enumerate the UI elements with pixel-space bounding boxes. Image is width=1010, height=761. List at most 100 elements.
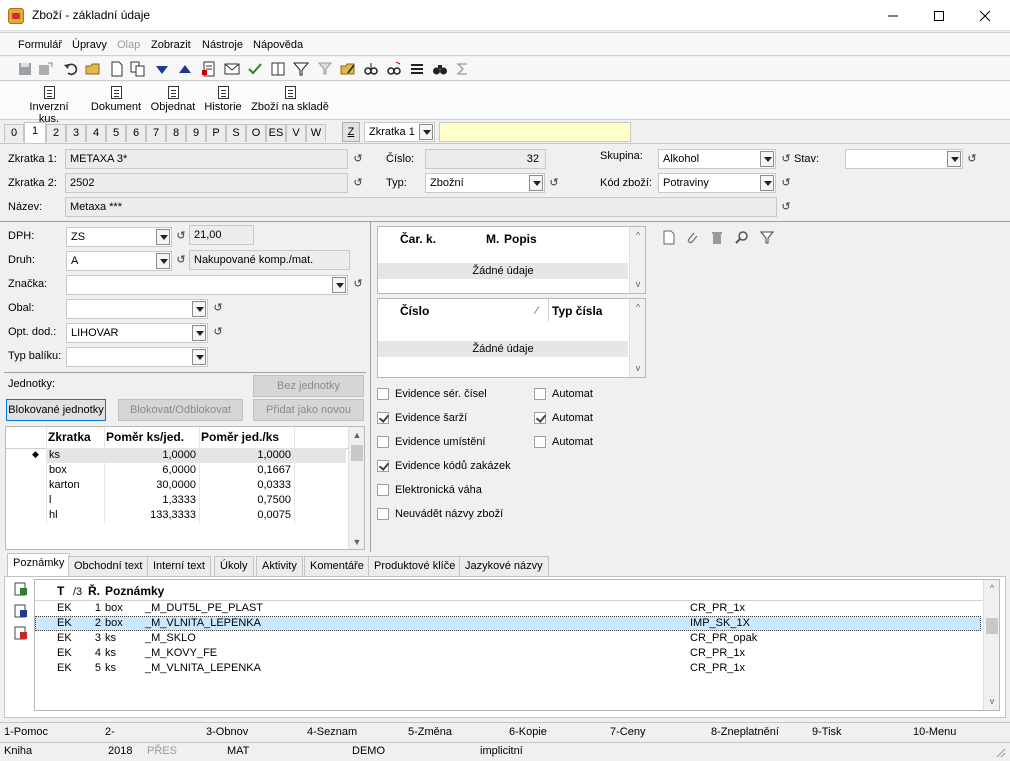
chevron-down-icon[interactable]	[760, 175, 774, 191]
mail-icon[interactable]	[224, 61, 240, 77]
copy-icon[interactable]	[130, 61, 146, 77]
open-folder-icon[interactable]	[85, 61, 101, 77]
fkey-3[interactable]: 3-Obnov	[206, 726, 248, 738]
typ-baliku-combo[interactable]	[66, 347, 208, 367]
chevron-down-icon[interactable]	[156, 229, 170, 245]
tab-p[interactable]: P	[206, 124, 226, 142]
column-header[interactable]: M.	[486, 232, 499, 246]
tab-3[interactable]: 3	[66, 124, 86, 142]
refresh-icon[interactable]: ↺	[548, 177, 560, 189]
minimize-button[interactable]	[870, 0, 916, 31]
tab-w[interactable]: W	[306, 124, 326, 142]
refresh-icon[interactable]: ↺	[966, 153, 978, 165]
column-header[interactable]: Poznámky	[105, 584, 164, 598]
stav-combo[interactable]	[845, 149, 963, 169]
tab-poznamky[interactable]: Poznámky	[7, 553, 71, 576]
chevron-down-icon[interactable]	[192, 325, 206, 341]
chevron-down-icon[interactable]	[332, 277, 346, 293]
fkey-9[interactable]: 9-Tisk	[812, 726, 842, 738]
checkbox[interactable]	[377, 436, 389, 448]
typ-combo[interactable]: Zbožní	[425, 173, 545, 193]
bez-jednotky-button[interactable]: Bez jednotky	[253, 375, 364, 397]
tab-o[interactable]: O	[246, 124, 266, 142]
find-next-icon[interactable]	[386, 61, 402, 77]
zkratka1-field[interactable]: METAXA 3*	[65, 149, 348, 169]
column-header[interactable]: Číslo	[400, 304, 429, 318]
tab-0[interactable]: 0	[4, 124, 24, 142]
column-header[interactable]: Poměr ks/jed.	[106, 430, 184, 444]
menu-nastroje[interactable]: Nástroje	[202, 39, 243, 51]
menu-napoveda[interactable]: Nápověda	[253, 39, 303, 51]
refresh-icon[interactable]: ↺	[352, 177, 364, 189]
skupina-combo[interactable]: Alkohol	[658, 149, 776, 169]
column-header[interactable]: Popis	[504, 232, 537, 246]
automat-checkbox[interactable]	[534, 412, 546, 424]
resize-grip-icon[interactable]	[994, 746, 1006, 758]
fkey-8[interactable]: 8-Zneplatnění	[711, 726, 779, 738]
column-header[interactable]: Poměr jed./ks	[201, 430, 279, 444]
objednat-button[interactable]: Objednat	[150, 86, 196, 113]
column-header[interactable]: /3	[73, 586, 82, 598]
refresh-icon[interactable]: ↺	[780, 177, 792, 189]
table-row[interactable]: EK 5 ks _M_VLNITA_LEPENKA CR_PR_1x	[35, 661, 983, 676]
attachment-icon[interactable]	[685, 230, 699, 245]
cislo-field[interactable]: 32	[425, 149, 546, 169]
zkratka2-field[interactable]: 2502	[65, 173, 348, 193]
menu-formular[interactable]: Formulář	[18, 39, 62, 51]
checkbox[interactable]	[377, 484, 389, 496]
table-row[interactable]: EK 1 box _M_DUT5L_PE_PLAST CR_PR_1x	[35, 601, 983, 616]
checkbox[interactable]	[377, 508, 389, 520]
tab-obchodni-text[interactable]: Obchodní text	[68, 556, 149, 576]
add-note-icon[interactable]	[14, 582, 28, 596]
tab-6[interactable]: 6	[126, 124, 146, 142]
tab-5[interactable]: 5	[106, 124, 126, 142]
maximize-button[interactable]	[916, 0, 962, 31]
tab-7[interactable]: 7	[146, 124, 166, 142]
delete-icon[interactable]	[710, 230, 724, 245]
refresh-icon[interactable]: ↺	[212, 326, 224, 338]
menu-zobrazit[interactable]: Zobrazit	[151, 39, 191, 51]
chevron-down-icon[interactable]	[947, 151, 961, 167]
units-scrollbar[interactable]: ▲ ▼	[348, 427, 364, 549]
tab-jazykove-nazvy[interactable]: Jazykové názvy	[459, 556, 549, 576]
column-header[interactable]: Čar. k.	[400, 232, 436, 246]
chevron-down-icon[interactable]	[529, 175, 543, 191]
refresh-icon[interactable]: ↺	[175, 254, 187, 266]
fkey-10[interactable]: 10-Menu	[913, 726, 956, 738]
save-close-icon[interactable]	[38, 61, 54, 77]
barcodes-scrollbar[interactable]: ^ v	[629, 227, 645, 293]
save-icon[interactable]	[17, 61, 33, 77]
find-text-icon[interactable]	[363, 61, 379, 77]
kod-combo[interactable]: Potraviny	[658, 173, 776, 193]
fkey-7[interactable]: 7-Ceny	[610, 726, 645, 738]
checkbox[interactable]	[377, 388, 389, 400]
filter-clear-icon[interactable]	[318, 61, 334, 77]
checkbox[interactable]	[377, 412, 389, 424]
close-button[interactable]	[962, 0, 1008, 31]
numbers-scrollbar[interactable]: ^ v	[629, 299, 645, 377]
fkey-6[interactable]: 6-Kopie	[509, 726, 547, 738]
delete-note-icon[interactable]	[14, 626, 28, 640]
chevron-down-icon[interactable]	[192, 301, 206, 317]
pridat-jako-novou-button[interactable]: Přidat jako novou	[253, 399, 364, 421]
dokument-button[interactable]: Dokument	[90, 86, 142, 113]
arrow-down-icon[interactable]	[154, 61, 170, 77]
table-row[interactable]: EK 2 box _M_VLNITA_LEPENKA IMP_SK_1X	[35, 616, 981, 631]
tab-8[interactable]: 8	[166, 124, 186, 142]
arrow-up-icon[interactable]	[177, 61, 193, 77]
tab-produktove-klice[interactable]: Produktové klíče	[368, 556, 462, 576]
tab-aktivity[interactable]: Aktivity	[256, 556, 303, 576]
tab-v[interactable]: V	[286, 124, 306, 142]
tab-es[interactable]: ES	[266, 124, 286, 142]
blokovane-jednotky-button[interactable]: Blokované jednotky	[6, 399, 106, 421]
tab-ukoly[interactable]: Úkoly	[214, 556, 254, 576]
druh-desc-field[interactable]: Nakupované komp./mat.	[189, 250, 350, 270]
automat-checkbox[interactable]	[534, 388, 546, 400]
tab-interni-text[interactable]: Interní text	[147, 556, 211, 576]
zkratka-search-combo[interactable]: Zkratka 1	[364, 122, 435, 142]
blokovat-odblokovat-button[interactable]: Blokovat/Odblokovat	[118, 399, 243, 421]
refresh-icon[interactable]: ↺	[175, 230, 187, 242]
table-row[interactable]: EK 3 ks _M_SKLO CR_PR_opak	[35, 631, 983, 646]
fkey-4[interactable]: 4-Seznam	[307, 726, 357, 738]
tab-9[interactable]: 9	[186, 124, 206, 142]
